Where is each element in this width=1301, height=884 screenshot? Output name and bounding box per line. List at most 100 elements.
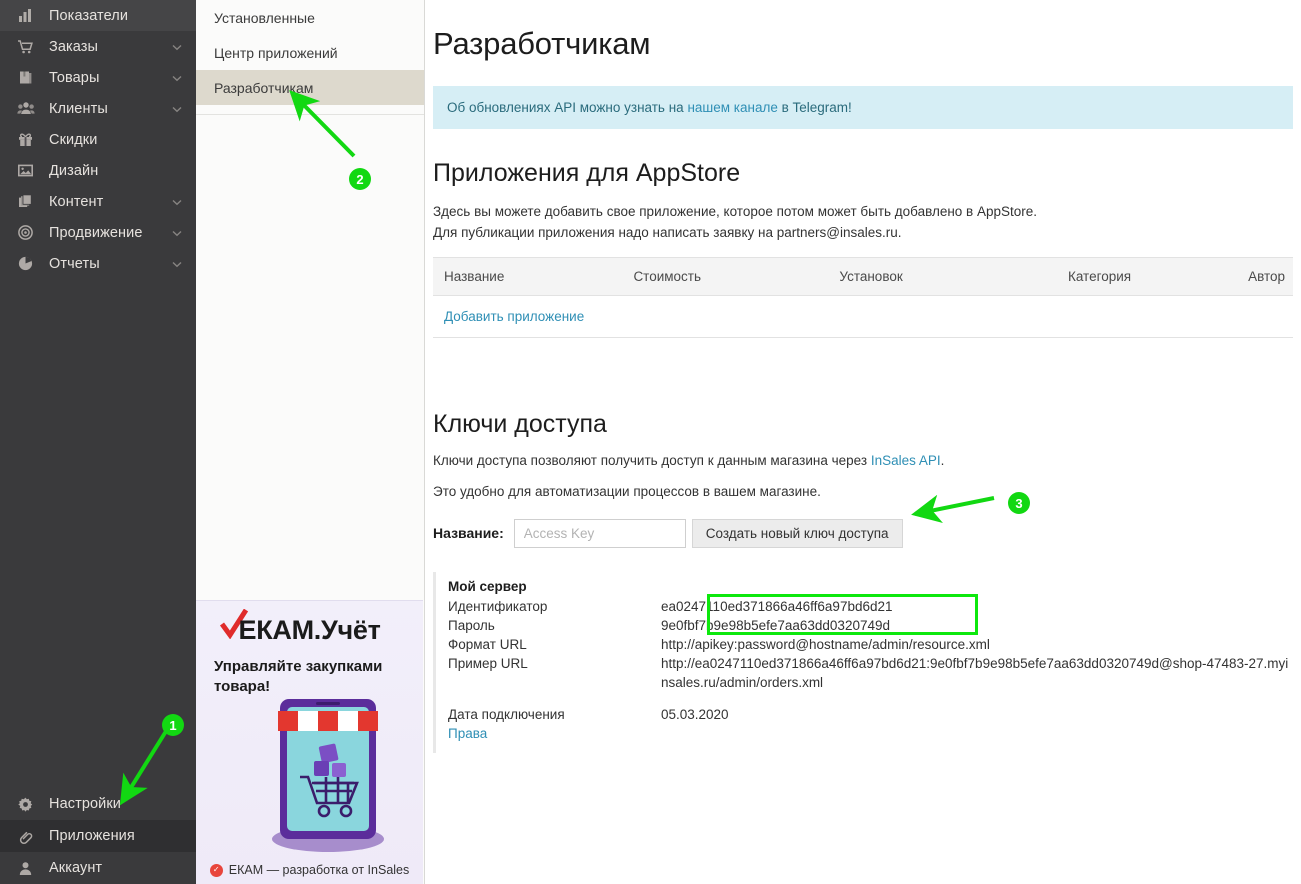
create-access-key-button[interactable]: Создать новый ключ доступа <box>691 518 903 548</box>
sidebar-item-promotion[interactable]: Продвижение <box>0 217 196 248</box>
sidebar-item-settings[interactable]: Настройки <box>0 788 196 820</box>
sidebar-top-nav: Показатели Заказы Товары Клиенты Скидки … <box>0 0 196 279</box>
row-label: Пароль <box>448 617 495 633</box>
chevron-down-icon <box>172 256 182 272</box>
subnav-divider <box>196 114 424 115</box>
add-application-link[interactable]: Добавить приложение <box>444 309 584 324</box>
sidebar-label: Отчеты <box>49 255 100 272</box>
row-label: Дата подключения <box>448 706 565 722</box>
sidebar-item-dashboard[interactable]: Показатели <box>0 0 196 31</box>
column-header-name[interactable]: Название <box>433 256 624 296</box>
connection-date-value: 05.03.2020 <box>661 706 729 722</box>
sidebar-label: Заказы <box>49 38 99 55</box>
access-keys-title: Ключи доступа <box>433 409 607 438</box>
telegram-channel-link[interactable]: нашем канале <box>687 100 777 115</box>
banner-text-before: Об обновлениях API можно узнать на <box>447 100 688 115</box>
chevron-down-icon <box>172 39 182 55</box>
image-icon <box>16 161 35 180</box>
content-wrapper: Разработчикам Об обновлениях API можно у… <box>425 26 1301 753</box>
create-key-form: Название: Создать новый ключ доступа <box>433 518 1293 548</box>
page-title: Разработчикам <box>433 26 651 61</box>
key-name-input[interactable] <box>513 518 686 548</box>
sidebar-item-clients[interactable]: Клиенты <box>0 93 196 124</box>
chevron-down-icon <box>172 70 182 86</box>
target-icon <box>16 223 35 242</box>
sidebar-item-applications[interactable]: Приложения <box>0 820 196 852</box>
sidebar-label: Приложения <box>49 828 135 844</box>
application-window: Показатели Заказы Товары Клиенты Скидки … <box>0 0 1301 884</box>
column-header-price[interactable]: Стоимость <box>623 256 830 296</box>
promo-banner[interactable]: ЕКАМ.Учёт Управляйте закупками товара! ✓… <box>196 600 423 884</box>
link-icon <box>16 827 35 846</box>
column-header-author[interactable]: Автор <box>1238 256 1293 296</box>
chevron-down-icon <box>172 194 182 210</box>
chevron-down-icon <box>172 101 182 117</box>
cart-icon <box>16 37 35 56</box>
appstore-desc-line-1: Здесь вы можете добавить свое приложение… <box>433 204 1038 219</box>
password-value[interactable]: 9e0fbf7b9e98b5efe7aa63dd0320749d <box>661 616 1293 635</box>
apps-subnav-panel: Установленные Центр приложений Разработч… <box>196 0 425 884</box>
appstore-table: Название Стоимость Установок Категория А… <box>433 256 1293 338</box>
sidebar-item-content[interactable]: Контент <box>0 186 196 217</box>
url-example-value: http://ea0247110ed371866a46ff6a97bd6d21:… <box>661 655 1289 690</box>
user-icon <box>16 859 35 878</box>
insales-api-link[interactable]: InSales API <box>871 453 941 468</box>
key-row-rights: Права <box>448 724 1293 743</box>
access-key-card: Мой сервер Идентификатор ea0247110ed3718… <box>433 571 1293 753</box>
subnav-item-developers[interactable]: Разработчикам <box>196 70 424 105</box>
promo-footer: ✓ ЕКАМ — разработка от InSales <box>196 863 423 877</box>
url-format-value: http://apikey:password@hostname/admin/re… <box>661 636 990 652</box>
subnav-item-installed[interactable]: Установленные <box>196 0 424 35</box>
sidebar-item-orders[interactable]: Заказы <box>0 31 196 62</box>
subnav-item-app-center[interactable]: Центр приложений <box>196 35 424 70</box>
chevron-down-icon <box>172 225 182 241</box>
table-row: Добавить приложение <box>433 295 1293 338</box>
sidebar-label: Продвижение <box>49 224 143 241</box>
sidebar-item-reports[interactable]: Отчеты <box>0 248 196 279</box>
box-icon <box>16 68 35 87</box>
sidebar-item-account[interactable]: Аккаунт <box>0 852 196 884</box>
access-key-name: Мой сервер <box>448 578 527 594</box>
sidebar-item-products[interactable]: Товары <box>0 62 196 93</box>
desc1-before: Ключи доступа позволяют получить доступ … <box>433 452 871 468</box>
rights-link[interactable]: Права <box>448 724 487 743</box>
key-row-identifier: Идентификатор ea0247110ed371866a46ff6a97… <box>448 597 1293 616</box>
api-updates-banner: Об обновлениях API можно узнать на нашем… <box>433 86 1293 129</box>
insales-mark-icon: ✓ <box>209 863 223 877</box>
key-row-url-format: Формат URL http://apikey:password@hostna… <box>448 635 1293 654</box>
sidebar-label: Клиенты <box>49 100 108 117</box>
row-label: Идентификатор <box>448 598 548 614</box>
main-content: Разработчикам Об обновлениях API можно у… <box>425 0 1301 884</box>
add-app-cell: Добавить приложение <box>433 295 1293 338</box>
table-head: Название Стоимость Установок Категория А… <box>433 256 1293 296</box>
key-row-date: Дата подключения 05.03.2020 <box>448 705 1293 724</box>
subnav-label: Установленные <box>214 9 315 26</box>
sidebar-label: Товары <box>49 69 100 86</box>
sidebar-item-discounts[interactable]: Скидки <box>0 124 196 155</box>
sidebar-label: Скидки <box>49 131 98 148</box>
identifier-value[interactable]: ea0247110ed371866a46ff6a97bd6d21 <box>661 597 1293 616</box>
key-row-password: Пароль 9e0fbf7b9e98b5efe7aa63dd0320749d <box>448 616 1293 635</box>
promo-logo: ЕКАМ.Учёт <box>238 615 381 645</box>
table-body: Добавить приложение <box>433 295 1293 338</box>
table-header-row: Название Стоимость Установок Категория А… <box>433 256 1293 296</box>
sidebar-item-design[interactable]: Дизайн <box>0 155 196 186</box>
row-label: Пример URL <box>448 655 528 671</box>
gear-icon <box>16 795 35 814</box>
sidebar-bottom-nav: Настройки Приложения Аккаунт <box>0 788 196 884</box>
access-keys-desc-2: Это удобно для автоматизации процессов в… <box>433 483 821 499</box>
column-header-category[interactable]: Категория <box>1057 256 1239 296</box>
access-keys-section: Ключи доступа Ключи доступа позволяют по… <box>433 410 1293 753</box>
column-header-installs[interactable]: Установок <box>829 256 1058 296</box>
appstore-section-title: Приложения для AppStore <box>433 159 741 187</box>
layers-icon <box>16 192 35 211</box>
subnav-list: Установленные Центр приложений Разработч… <box>196 0 424 115</box>
sidebar-label: Контент <box>49 193 104 210</box>
people-icon <box>16 99 35 118</box>
subnav-label: Центр приложений <box>214 44 338 61</box>
sidebar-label: Аккаунт <box>49 860 103 876</box>
key-row-url-example: Пример URL http://ea0247110ed371866a46ff… <box>448 654 1293 692</box>
shopping-phone-illustration <box>272 699 384 852</box>
main-sidebar: Показатели Заказы Товары Клиенты Скидки … <box>0 0 196 884</box>
access-keys-desc-1: Ключи доступа позволяют получить доступ … <box>433 453 1293 468</box>
